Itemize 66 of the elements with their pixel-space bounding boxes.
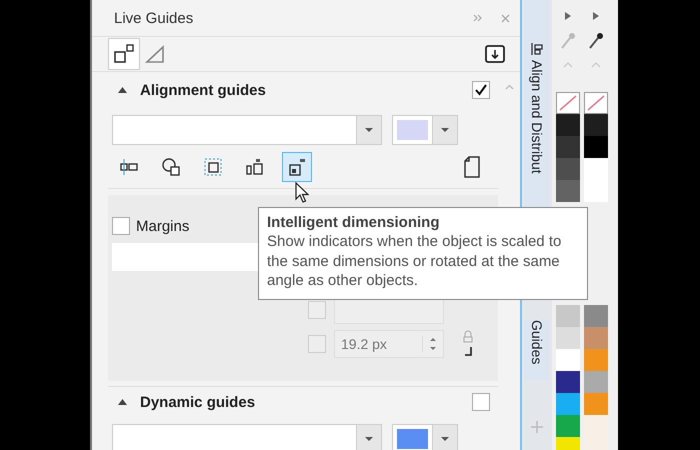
dropdown-arrow-icon	[365, 128, 373, 132]
scroll-up-icon[interactable]	[504, 84, 514, 90]
no-color-swatch[interactable]	[556, 92, 580, 114]
scroll-up-icon[interactable]	[563, 62, 573, 68]
triangle-icon	[144, 43, 166, 65]
dropdown-arrow-icon	[365, 437, 373, 441]
side-tab[interactable]: Guides	[524, 320, 550, 380]
palette-swatch[interactable]	[556, 327, 580, 349]
side-tab-label: Align and Distribut	[529, 60, 545, 174]
palette-swatch[interactable]	[556, 158, 580, 180]
expand-icon[interactable]	[473, 14, 483, 22]
palette-swatch[interactable]	[584, 415, 608, 437]
section-title: Dynamic guides	[140, 394, 256, 410]
palette-swatch[interactable]	[556, 114, 580, 136]
circle-square-icon	[160, 156, 182, 178]
dropdown-arrow-icon	[441, 128, 449, 132]
spin-field[interactable]: 19.2 px	[334, 330, 444, 358]
eyedropper-icon[interactable]	[588, 32, 604, 50]
page-icon[interactable]	[462, 156, 482, 178]
color-dropdown[interactable]	[392, 424, 458, 450]
spinner-arrows-icon[interactable]	[430, 336, 436, 352]
checkbox[interactable]	[112, 217, 130, 235]
palette-swatch[interactable]	[556, 305, 580, 327]
panel-title: Live Guides	[114, 10, 194, 26]
dashed-square-icon	[202, 156, 224, 178]
palette-swatch[interactable]	[556, 349, 580, 371]
side-tab-label: Guides	[529, 320, 545, 364]
palette-swatch[interactable]	[556, 415, 580, 437]
add-icon[interactable]	[530, 420, 544, 434]
checkbox[interactable]	[472, 393, 490, 411]
lock-icon[interactable]	[462, 329, 474, 359]
checkbox[interactable]	[308, 335, 326, 353]
arrow-icon[interactable]	[565, 12, 571, 20]
arrow-icon[interactable]	[593, 12, 599, 20]
checkbox[interactable]	[472, 81, 490, 99]
palette-swatch[interactable]	[584, 136, 608, 158]
palette-swatch[interactable]	[584, 393, 608, 415]
scroll-up-icon[interactable]	[591, 62, 601, 68]
palette-swatch[interactable]	[556, 180, 580, 202]
center-line-icon	[118, 156, 140, 178]
section-title: Alignment guides	[140, 82, 267, 98]
align-icon	[531, 42, 543, 56]
checkbox[interactable]	[308, 301, 326, 319]
squares-tab[interactable]	[108, 38, 140, 70]
line-style-dropdown[interactable]	[112, 115, 382, 145]
line-style-dropdown[interactable]	[112, 424, 382, 450]
color-dropdown[interactable]	[392, 115, 458, 145]
palette-swatch[interactable]	[584, 158, 608, 180]
palette-swatch[interactable]	[584, 327, 608, 349]
palette-swatch[interactable]	[584, 371, 608, 393]
palette-swatch[interactable]	[584, 305, 608, 327]
squares-icon	[113, 43, 135, 65]
palette-swatch[interactable]	[556, 136, 580, 158]
close-icon[interactable]	[501, 14, 510, 22]
dimension-tool[interactable]	[282, 152, 312, 182]
palette-swatch[interactable]	[584, 114, 608, 136]
dropdown-arrow-icon	[441, 437, 449, 441]
mouse-pointer-icon	[295, 182, 309, 204]
tooltip-text: Show indicators when the object is scaled to the same dimensions or rotated at the same angle as other objects.	[267, 232, 562, 290]
margins-label: Margins	[136, 218, 190, 234]
no-color-swatch[interactable]	[584, 92, 608, 114]
palette-swatch[interactable]	[584, 349, 608, 371]
palette-swatch[interactable]	[556, 393, 580, 415]
tooltip-title: Intelligent dimensioning	[267, 214, 440, 231]
palette-swatch[interactable]	[556, 371, 580, 393]
export-icon[interactable]	[484, 43, 506, 65]
